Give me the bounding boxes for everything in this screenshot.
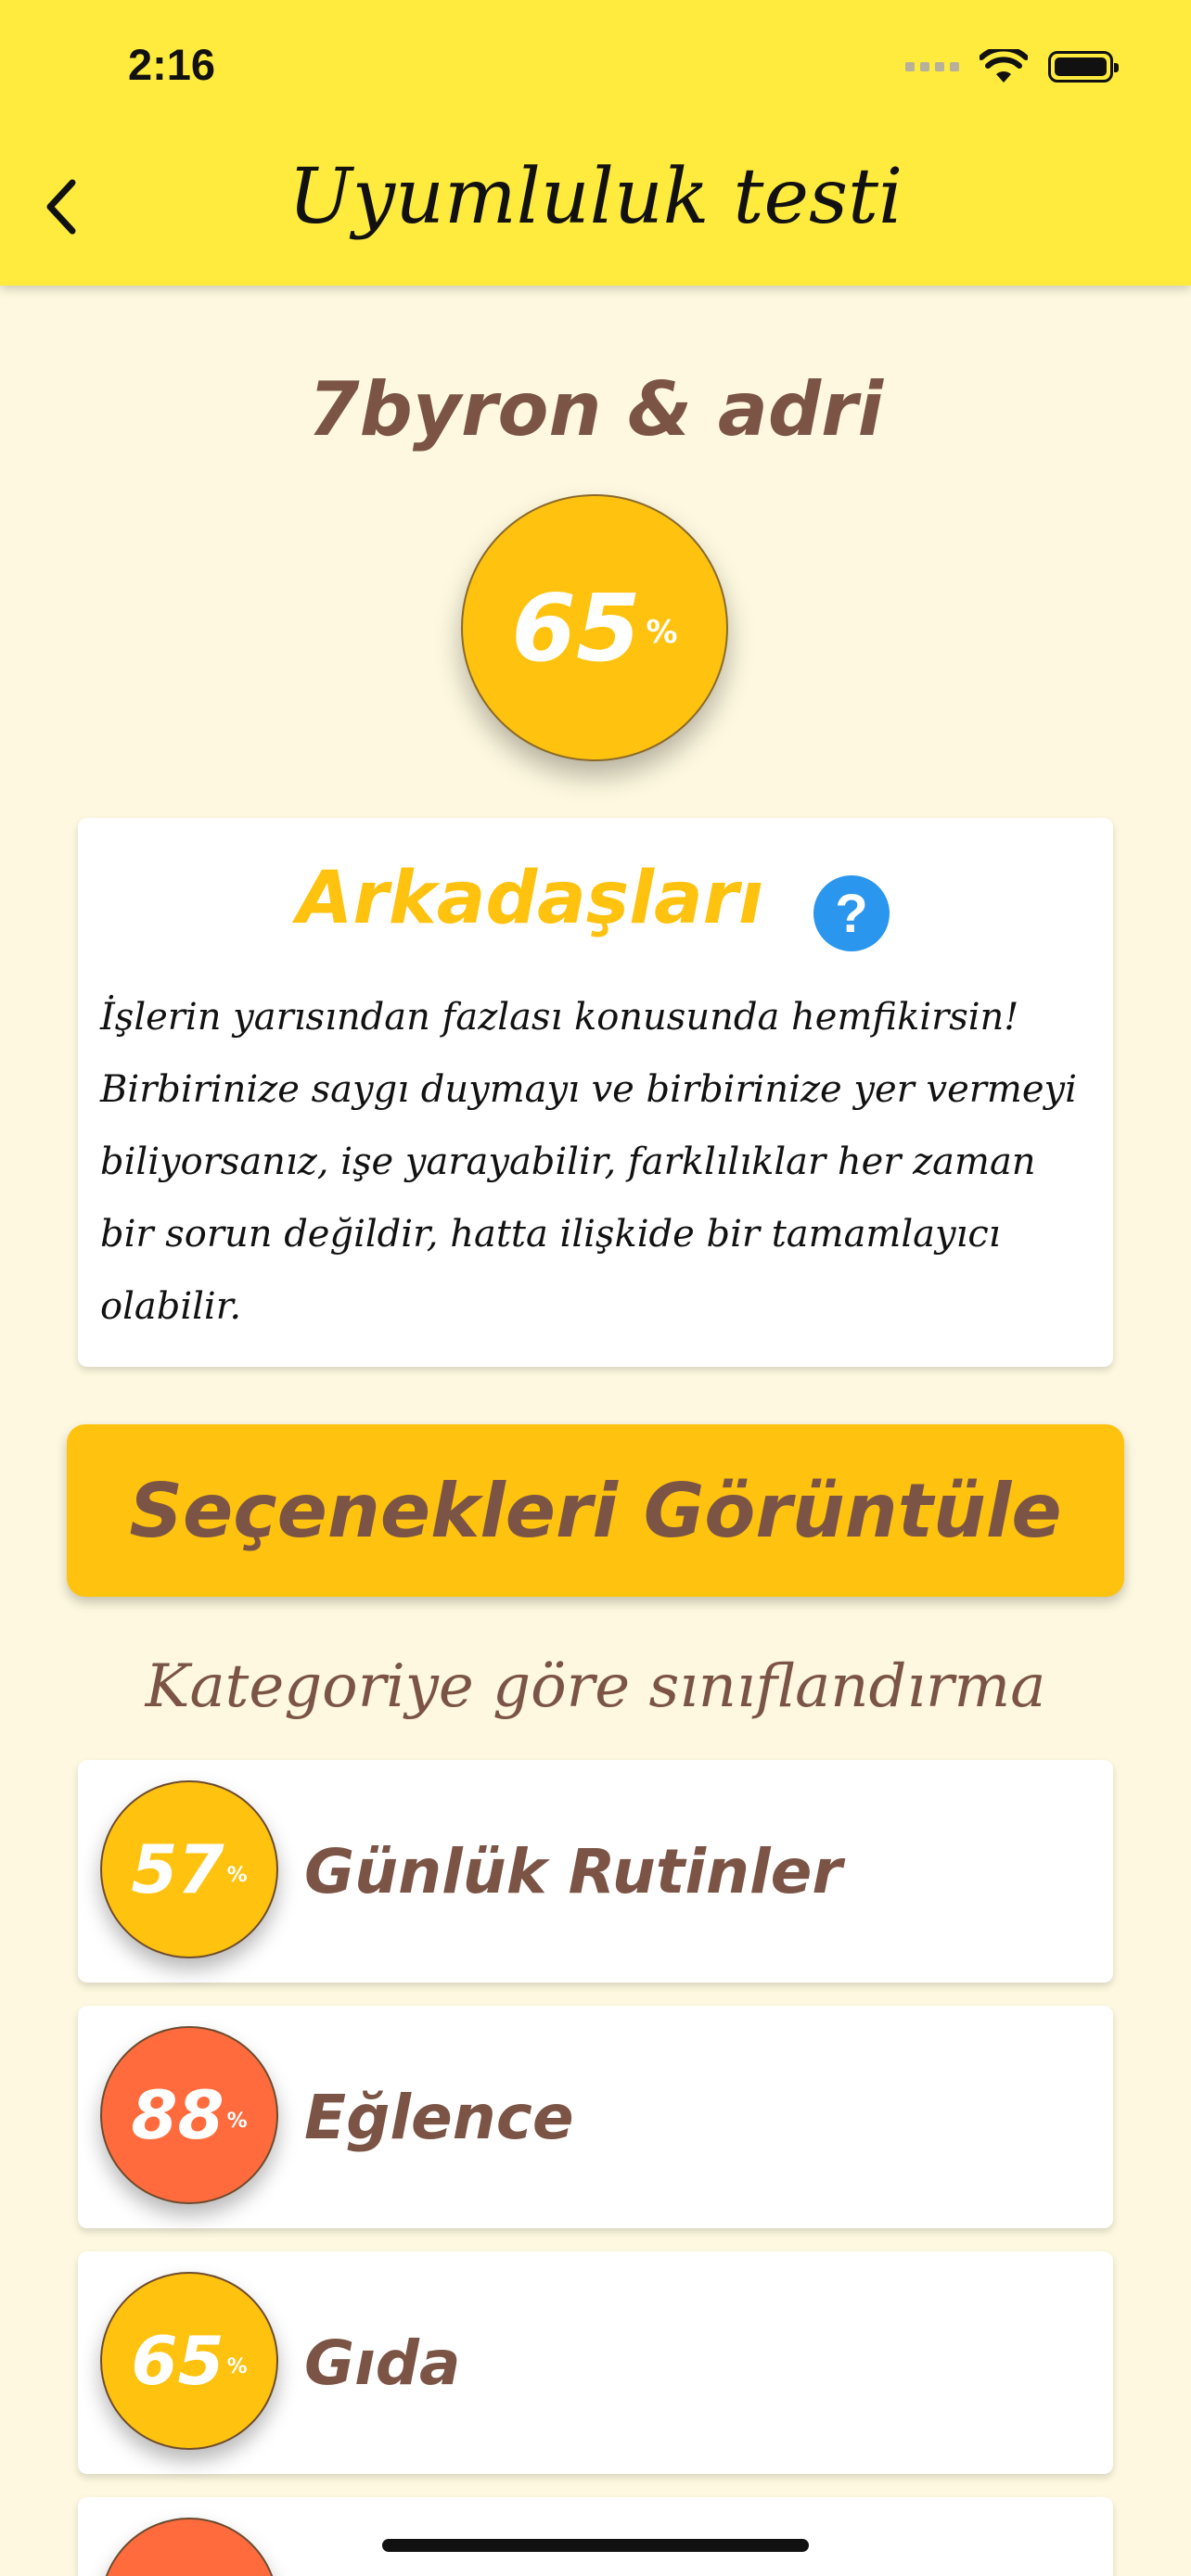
- wifi-icon: [980, 49, 1028, 83]
- result-card: Arkadaşları ? İşlerin yarısından fazlası…: [78, 818, 1113, 1367]
- category-row[interactable]: 88 % Eğlence: [78, 2006, 1113, 2228]
- result-title: Arkadaşları: [297, 857, 763, 940]
- result-description-line: Birbirinize saygı duymayı ve birbirinize…: [100, 1068, 1077, 1111]
- top-bar: 2:16 Uyumluluk testi: [0, 0, 1191, 286]
- result-description: İşlerin yarısından fazlası konusunda hem…: [100, 981, 1093, 1343]
- category-name: Eğlence: [304, 2081, 574, 2153]
- category-score-value: 65: [131, 2322, 224, 2400]
- view-options-button[interactable]: Seçenekleri Görüntüle: [67, 1424, 1124, 1597]
- overall-score-badge: 65 %: [461, 494, 728, 761]
- category-name: Gıda: [304, 2327, 461, 2399]
- category-score-unit: %: [226, 2354, 248, 2378]
- category-score-badge: 57 %: [100, 1780, 278, 1958]
- help-button[interactable]: ?: [813, 875, 890, 951]
- status-icons: [905, 48, 1119, 85]
- section-title: Kategoriye göre sınıflandırma: [145, 1652, 1046, 1721]
- result-description-line: bir sorun değildir, hatta ilişkide bir t…: [100, 1213, 1001, 1256]
- category-score-unit: %: [226, 1863, 248, 1887]
- result-description-line: olabilir.: [100, 1285, 242, 1328]
- category-row[interactable]: [78, 2497, 1113, 2576]
- question-mark-icon: ?: [835, 883, 868, 944]
- category-name: Günlük Rutinler: [304, 1835, 842, 1907]
- category-row[interactable]: 57 % Günlük Rutinler: [78, 1760, 1113, 1983]
- category-score-badge: 65 %: [100, 2272, 278, 2450]
- category-score-value: 88: [131, 2076, 224, 2154]
- category-score-badge: [100, 2518, 278, 2576]
- result-description-line: İşlerin yarısından fazlası konusunda hem…: [100, 996, 1019, 1039]
- status-time: 2:16: [128, 40, 216, 89]
- category-score-unit: %: [226, 2109, 248, 2133]
- category-score-value: 57: [131, 1830, 224, 1908]
- category-row[interactable]: 65 % Gıda: [78, 2251, 1113, 2474]
- cellular-signal-icon: [905, 62, 959, 71]
- overall-score-value: 65: [511, 573, 641, 682]
- home-indicator[interactable]: [382, 2539, 809, 2552]
- battery-icon: [1048, 51, 1119, 83]
- couple-names: 7byron & adri: [307, 366, 884, 453]
- overall-score-unit: %: [646, 614, 678, 651]
- result-description-line: biliyorsanız, işe yarayabilir, farklılık…: [100, 1141, 1036, 1183]
- page-title: Uyumluluk testi: [288, 153, 903, 241]
- category-score-badge: 88 %: [100, 2026, 278, 2204]
